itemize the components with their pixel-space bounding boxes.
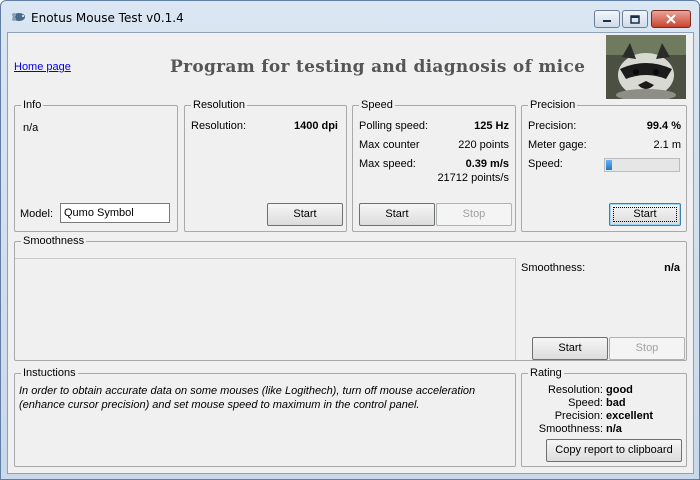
focus-ring — [613, 207, 677, 222]
max-counter-value: 220 points — [458, 139, 509, 151]
app-mouse-icon — [10, 11, 26, 23]
precision-label: Precision: — [528, 120, 577, 132]
precision-group: Precision Precision: 99.4 % Meter gage: … — [521, 98, 687, 232]
precision-start-button[interactable]: Start — [609, 203, 681, 226]
resolution-value: 1400 dpi — [293, 120, 338, 132]
rating-resolution-value: good — [606, 384, 633, 396]
speed-meter-fill — [606, 160, 612, 170]
resolution-group: Resolution Resolution: 1400 dpi Start — [184, 98, 347, 232]
model-label: Model: — [20, 208, 54, 220]
home-page-link[interactable]: Home page — [14, 61, 71, 73]
maximize-icon — [630, 14, 640, 24]
page-title: Program for testing and diagnosis of mic… — [170, 57, 586, 77]
polling-speed-label: Polling speed: — [359, 120, 429, 132]
points-per-second-value: 21712 points/s — [437, 172, 509, 184]
meter-gage-value: 2.1 m — [653, 139, 681, 151]
smoothness-legend: Smoothness — [21, 234, 87, 248]
rating-precision-value: excellent — [606, 410, 654, 422]
smoothness-stop-button[interactable]: Stop — [609, 337, 685, 360]
instructions-legend: Instuctions — [21, 366, 78, 380]
rating-smoothness-label: Smoothness: — [538, 423, 603, 435]
meter-gage-label: Meter gage: — [528, 139, 587, 151]
rating-speed-label: Speed: — [568, 397, 603, 409]
speed-meter — [604, 158, 680, 172]
precision-value: 99.4 % — [646, 120, 681, 132]
rating-speed-value: bad — [606, 397, 626, 409]
raccoon-logo-image — [606, 35, 686, 99]
window-title: Enotus Mouse Test v0.1.4 — [31, 11, 184, 25]
resolution-start-button[interactable]: Start — [267, 203, 343, 226]
info-legend: Info — [21, 98, 44, 112]
max-speed-label: Max speed: — [359, 158, 416, 170]
rating-precision-label: Precision: — [554, 410, 603, 422]
max-speed-value: 0.39 m/s — [465, 158, 509, 170]
max-counter-label: Max counter — [359, 139, 420, 151]
minimize-icon — [602, 15, 612, 23]
speed-stop-button[interactable]: Stop — [436, 203, 512, 226]
speed-legend: Speed — [359, 98, 395, 112]
resolution-legend: Resolution — [191, 98, 247, 112]
info-status: n/a — [23, 122, 39, 134]
copy-report-button[interactable]: Copy report to clipboard — [546, 439, 682, 462]
app-window: Enotus Mouse Test v0.1.4 Home page Progr… — [0, 0, 700, 480]
smoothness-value: n/a — [664, 262, 680, 274]
speed-group: Speed Polling speed: 125 Hz Max counter … — [352, 98, 516, 232]
maximize-button[interactable] — [622, 10, 648, 28]
close-icon — [666, 14, 676, 24]
close-button[interactable] — [651, 10, 691, 28]
model-input[interactable] — [60, 203, 170, 223]
client-area: Home page Program for testing and diagno… — [7, 32, 694, 474]
smoothness-group: Smoothness Smoothness: n/a Start Stop — [14, 234, 687, 361]
smoothness-label: Smoothness: — [521, 262, 586, 274]
instructions-text: In order to obtain accurate data on some… — [19, 385, 476, 411]
speed-start-button[interactable]: Start — [359, 203, 435, 226]
precision-speed-label: Speed: — [528, 158, 563, 170]
rating-group: Rating Resolution: good Speed: bad Preci… — [521, 366, 687, 467]
rating-legend: Rating — [528, 366, 564, 380]
info-group: Info n/a Model: — [14, 98, 178, 232]
smoothness-start-button[interactable]: Start — [532, 337, 608, 360]
instructions-group: Instuctions In order to obtain accurate … — [14, 366, 516, 467]
polling-speed-value: 125 Hz — [474, 120, 509, 132]
minimize-button[interactable] — [594, 10, 620, 28]
smoothness-plot-divider — [515, 258, 516, 360]
precision-legend: Precision — [528, 98, 578, 112]
rating-resolution-label: Resolution: — [547, 384, 603, 396]
resolution-label: Resolution: — [191, 120, 247, 132]
rating-smoothness-value: n/a — [606, 423, 622, 435]
title-bar[interactable]: Enotus Mouse Test v0.1.4 — [1, 1, 699, 31]
smoothness-plot-area — [16, 259, 514, 359]
